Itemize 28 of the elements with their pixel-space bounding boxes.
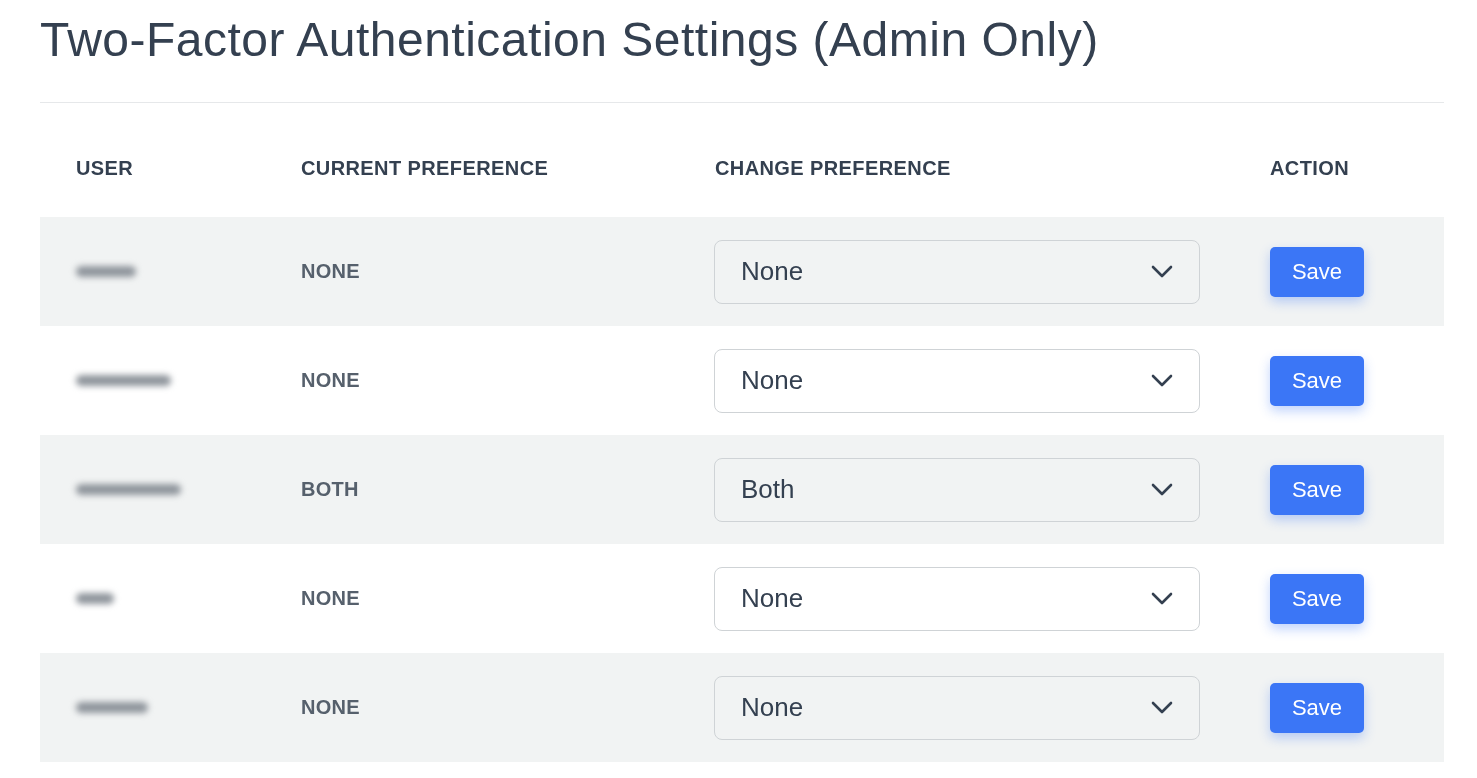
- chevron-down-icon: [1151, 701, 1173, 714]
- current-preference: NONE: [301, 696, 360, 719]
- preference-select[interactable]: Both: [714, 457, 1200, 522]
- column-header: ACTION: [1270, 156, 1350, 180]
- current-preference: BOTH: [301, 478, 359, 501]
- save-button[interactable]: Save: [1270, 464, 1364, 515]
- page-title: Two-Factor Authentication Settings (Admin Only): [40, 12, 1444, 103]
- blurred-username: [76, 593, 114, 604]
- preference-select[interactable]: None: [714, 348, 1200, 413]
- blurred-username: [76, 266, 136, 277]
- save-button[interactable]: Save: [1270, 246, 1364, 297]
- preference-select[interactable]: None: [714, 566, 1200, 631]
- column-header: CHANGE PREFERENCE: [715, 156, 951, 180]
- current-preference: NONE: [301, 260, 360, 283]
- save-button[interactable]: Save: [1270, 573, 1364, 624]
- chevron-down-icon: [1151, 265, 1173, 278]
- blurred-username: [76, 702, 148, 713]
- preference-select[interactable]: None: [714, 239, 1200, 304]
- current-preference: NONE: [301, 587, 360, 610]
- chevron-down-icon: [1151, 374, 1173, 387]
- column-header: CURRENT PREFERENCE: [301, 156, 549, 180]
- chevron-down-icon: [1151, 592, 1173, 605]
- current-preference: NONE: [301, 369, 360, 392]
- save-button[interactable]: Save: [1270, 355, 1364, 406]
- column-header: USER: [76, 156, 134, 180]
- save-button[interactable]: Save: [1270, 682, 1364, 733]
- preference-select[interactable]: None: [714, 675, 1200, 740]
- chevron-down-icon: [1151, 483, 1173, 496]
